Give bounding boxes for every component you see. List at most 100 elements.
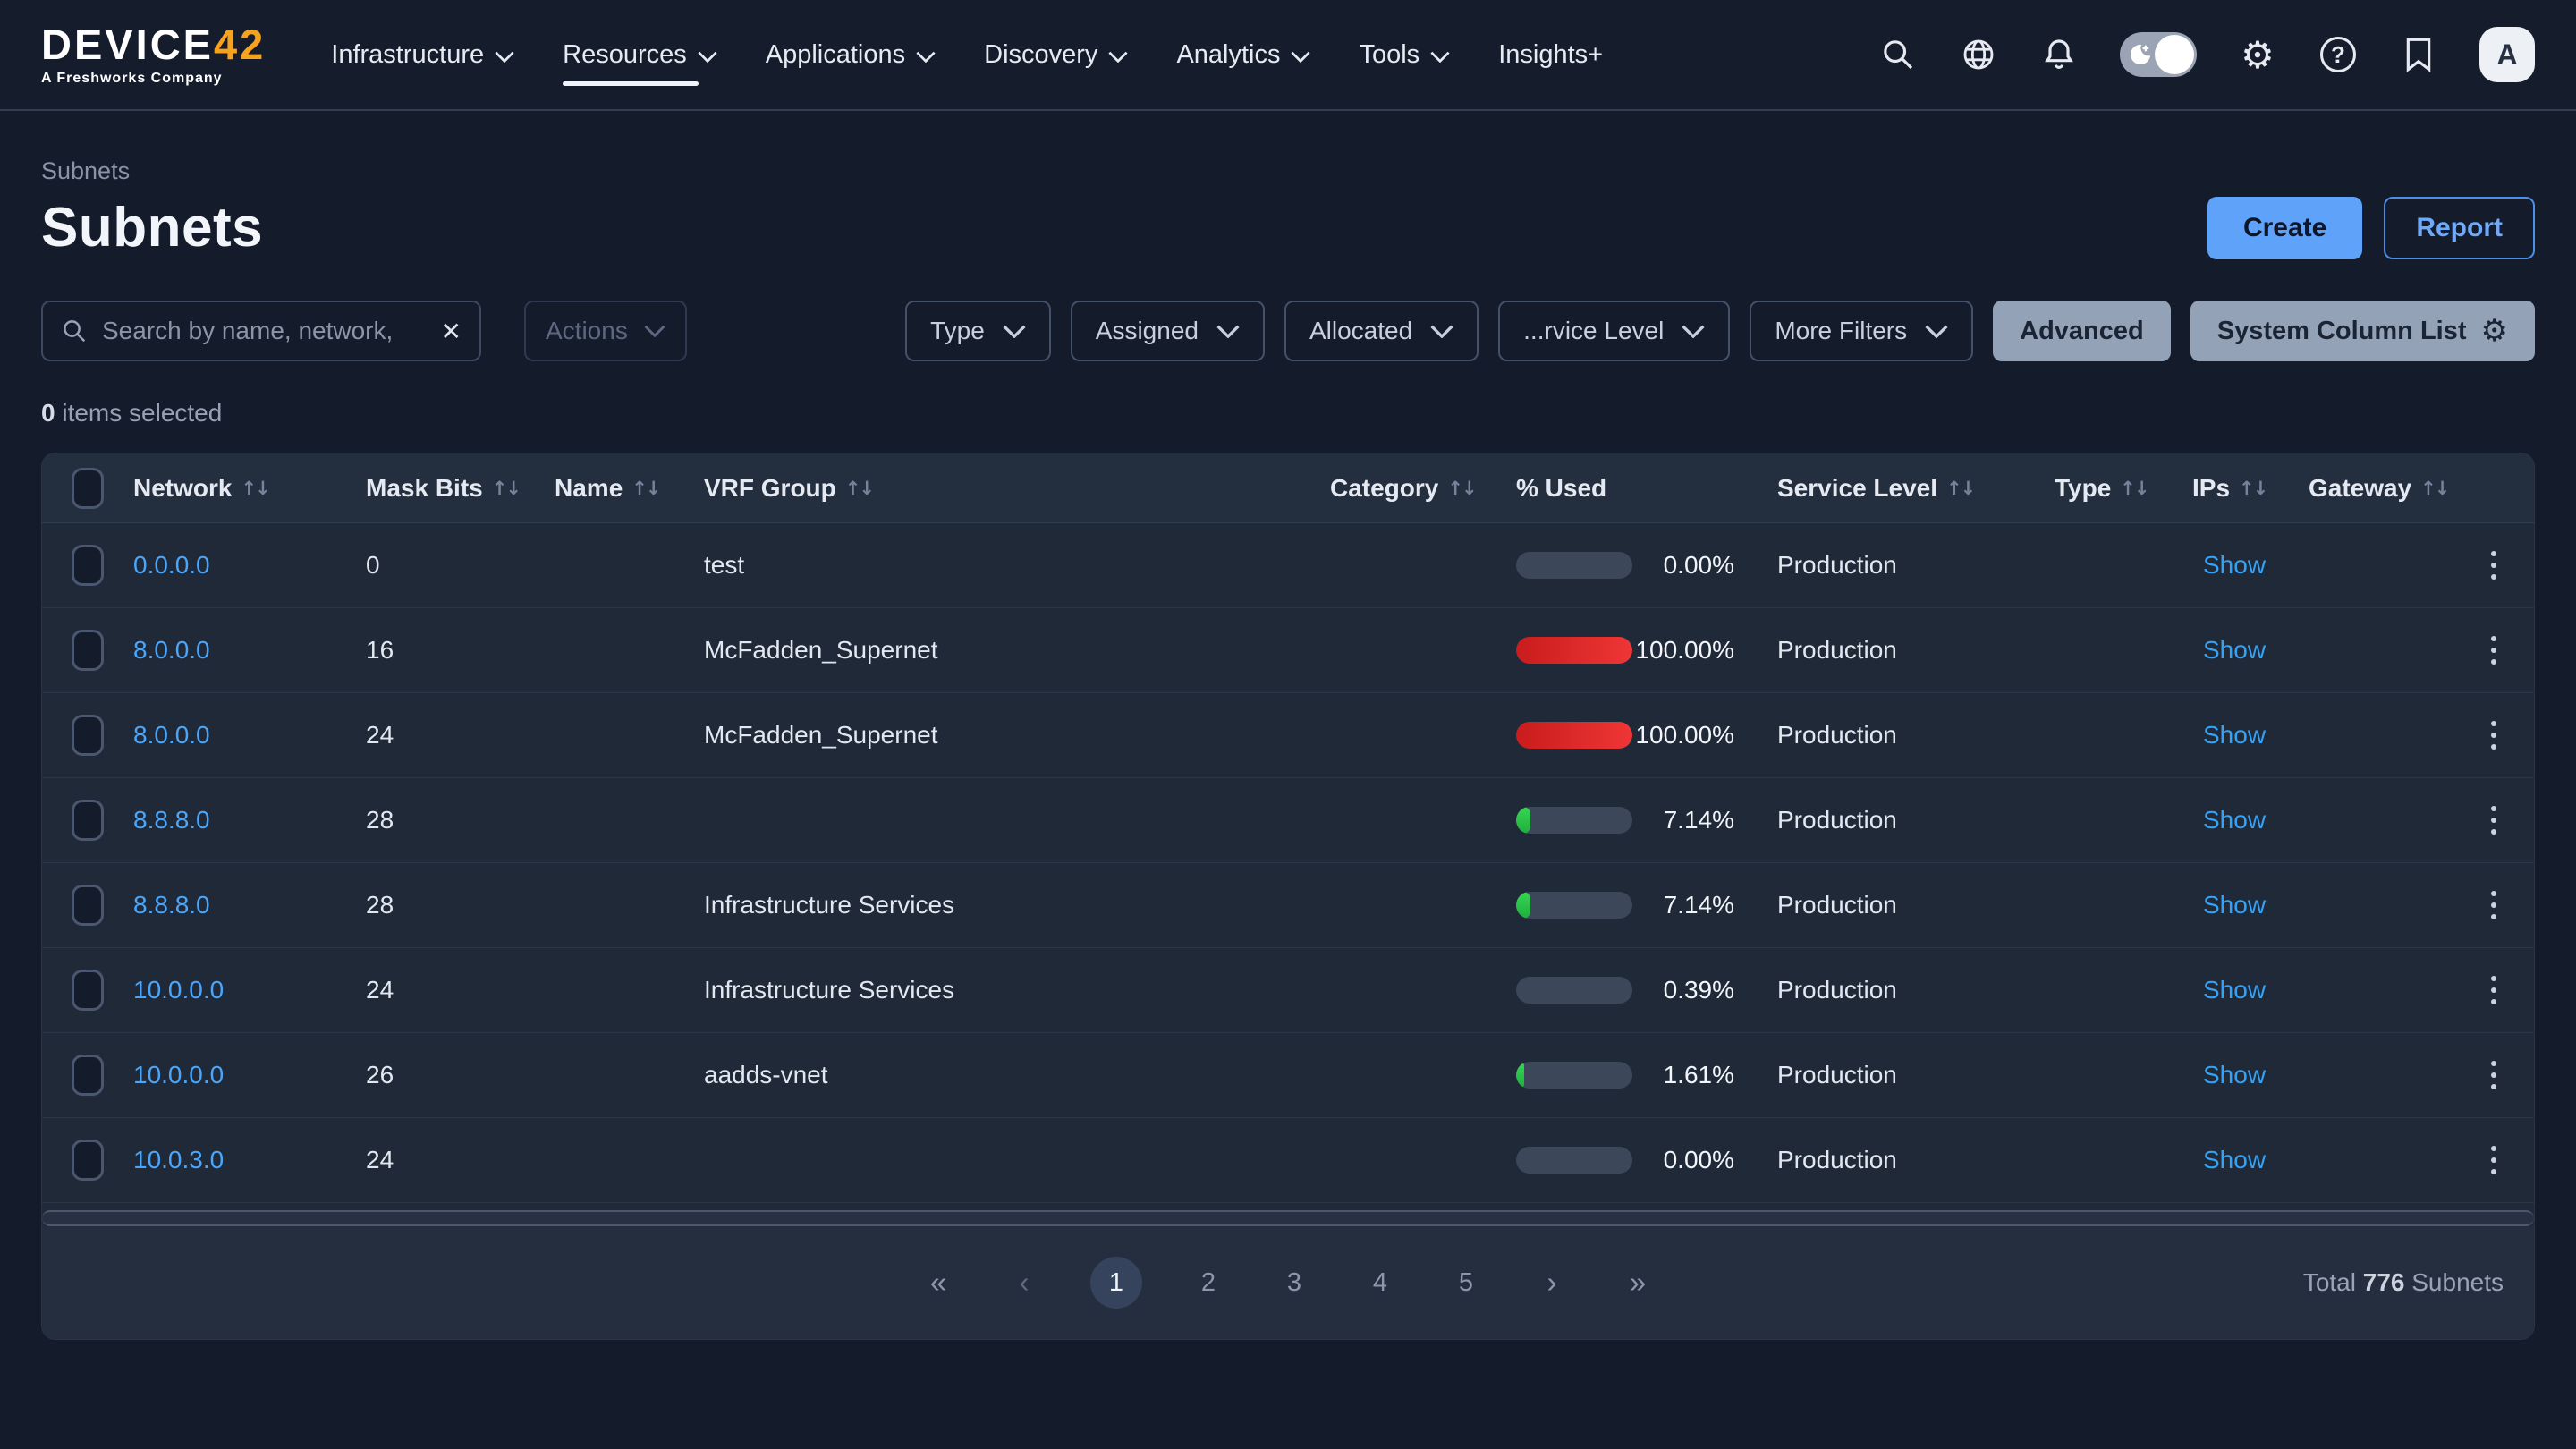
- show-ips-link[interactable]: Show: [2192, 551, 2266, 579]
- row-menu-kebab-icon[interactable]: [2484, 1139, 2504, 1182]
- show-ips-link[interactable]: Show: [2192, 1146, 2266, 1174]
- page-button-5[interactable]: 5: [1446, 1257, 1486, 1309]
- filter-dropdown[interactable]: Assigned: [1071, 301, 1265, 361]
- chevron-down-icon: [1003, 325, 1026, 338]
- row-checkbox[interactable]: [72, 800, 104, 841]
- chevron-down-icon: [1430, 325, 1453, 338]
- show-ips-link[interactable]: Show: [2192, 976, 2266, 1004]
- last-page-button[interactable]: »: [1618, 1257, 1657, 1309]
- help-icon[interactable]: ?: [2318, 35, 2358, 74]
- row-checkbox[interactable]: [72, 630, 104, 671]
- row-menu-kebab-icon[interactable]: [2484, 629, 2504, 672]
- mask-bits-cell: 28: [366, 806, 555, 835]
- column-header-ips[interactable]: IPs ↑↓: [2192, 474, 2309, 503]
- page-button-1[interactable]: 1: [1090, 1257, 1142, 1309]
- sort-icon: ↑↓: [1946, 478, 1974, 499]
- usage-bar: [1516, 722, 1632, 749]
- globe-icon[interactable]: [1959, 35, 1998, 74]
- row-menu-kebab-icon[interactable]: [2484, 884, 2504, 927]
- network-link[interactable]: 10.0.0.0: [133, 976, 224, 1004]
- row-checkbox[interactable]: [72, 545, 104, 586]
- chevron-down-icon: [1216, 325, 1240, 338]
- main-menu-item-resources[interactable]: Resources: [538, 0, 741, 109]
- filter-dropdown[interactable]: ...rvice Level: [1498, 301, 1730, 361]
- column-header-vrf-group[interactable]: VRF Group ↑↓: [704, 474, 1330, 503]
- notifications-bell-icon[interactable]: [2039, 35, 2079, 74]
- table-row[interactable]: 10.0.0.0 24 Infrastructure Services 0.39…: [42, 948, 2534, 1033]
- row-checkbox[interactable]: [72, 970, 104, 1011]
- previous-page-button[interactable]: ‹: [1004, 1257, 1044, 1309]
- create-button[interactable]: Create: [2207, 197, 2362, 259]
- column-header--used[interactable]: % Used: [1473, 474, 1777, 503]
- horizontal-scrollbar[interactable]: [42, 1210, 2534, 1226]
- show-ips-link[interactable]: Show: [2192, 806, 2266, 834]
- row-menu-kebab-icon[interactable]: [2484, 799, 2504, 842]
- table-row[interactable]: 10.0.0.0 26 aadds-vnet 1.61% Production …: [42, 1033, 2534, 1118]
- show-ips-link[interactable]: Show: [2192, 891, 2266, 919]
- user-avatar[interactable]: A: [2479, 27, 2535, 82]
- clear-search-icon[interactable]: ✕: [441, 317, 462, 346]
- network-link[interactable]: 8.8.8.0: [133, 806, 210, 834]
- filter-dropdown[interactable]: Type: [905, 301, 1051, 361]
- show-ips-link[interactable]: Show: [2192, 721, 2266, 749]
- table-row[interactable]: 8.0.0.0 24 McFadden_Supernet 100.00% Pro…: [42, 693, 2534, 778]
- system-column-list-button[interactable]: System Column List⚙: [2190, 301, 2535, 361]
- column-header-category[interactable]: Category ↑↓: [1330, 474, 1473, 503]
- table-row[interactable]: 8.8.8.0 28 Infrastructure Services 7.14%…: [42, 863, 2534, 948]
- advanced-button[interactable]: Advanced: [1993, 301, 2171, 361]
- column-header-type[interactable]: Type ↑↓: [2055, 474, 2192, 503]
- table-row[interactable]: 8.8.8.0 28 7.14% Production Show: [42, 778, 2534, 863]
- table-row[interactable]: 10.0.3.0 24 0.00% Production Show: [42, 1118, 2534, 1203]
- actions-dropdown[interactable]: Actions: [524, 301, 687, 361]
- network-link[interactable]: 8.8.8.0: [133, 891, 210, 919]
- search-input[interactable]: Search by name, network, ✕: [41, 301, 481, 361]
- main-menu-item-analytics[interactable]: Analytics: [1152, 0, 1335, 109]
- next-page-button[interactable]: ›: [1532, 1257, 1572, 1309]
- network-link[interactable]: 8.0.0.0: [133, 721, 210, 749]
- column-header-network[interactable]: Network ↑↓: [133, 474, 366, 503]
- search-icon[interactable]: [1878, 35, 1918, 74]
- page-button-4[interactable]: 4: [1360, 1257, 1400, 1309]
- device42-logo[interactable]: DEVICE42 A Freshworks Company: [41, 23, 266, 86]
- main-menu-item-infrastructure[interactable]: Infrastructure: [307, 0, 538, 109]
- page-button-2[interactable]: 2: [1189, 1257, 1228, 1309]
- main-menu-item-tools[interactable]: Tools: [1335, 0, 1474, 109]
- network-link[interactable]: 0.0.0.0: [133, 551, 210, 579]
- main-menu-item-insights-[interactable]: Insights+: [1474, 0, 1627, 109]
- row-checkbox[interactable]: [72, 1055, 104, 1096]
- vrf-group-cell: McFadden_Supernet: [704, 721, 1330, 750]
- vrf-group-cell: aadds-vnet: [704, 1061, 1330, 1089]
- column-header-service-level[interactable]: Service Level ↑↓: [1777, 474, 2055, 503]
- table-row[interactable]: 0.0.0.0 0 test 0.00% Production Show: [42, 523, 2534, 608]
- network-link[interactable]: 10.0.3.0: [133, 1146, 224, 1174]
- row-menu-kebab-icon[interactable]: [2484, 714, 2504, 757]
- filter-dropdown[interactable]: More Filters: [1750, 301, 1973, 361]
- used-cell: 0.00%: [1473, 1146, 1777, 1174]
- main-menu-item-applications[interactable]: Applications: [741, 0, 960, 109]
- row-menu-kebab-icon[interactable]: [2484, 1054, 2504, 1097]
- first-page-button[interactable]: «: [919, 1257, 958, 1309]
- column-header-name[interactable]: Name ↑↓: [555, 474, 704, 503]
- table-row[interactable]: 8.0.0.0 16 McFadden_Supernet 100.00% Pro…: [42, 608, 2534, 693]
- column-header-mask-bits[interactable]: Mask Bits ↑↓: [366, 474, 555, 503]
- row-checkbox[interactable]: [72, 1140, 104, 1181]
- report-button[interactable]: Report: [2384, 197, 2535, 259]
- row-menu-kebab-icon[interactable]: [2484, 544, 2504, 587]
- show-ips-link[interactable]: Show: [2192, 1061, 2266, 1089]
- show-ips-link[interactable]: Show: [2192, 636, 2266, 664]
- select-all-checkbox[interactable]: [72, 468, 104, 509]
- toggle-knob: [2155, 35, 2194, 74]
- row-checkbox[interactable]: [72, 885, 104, 926]
- settings-gear-icon[interactable]: ⚙: [2238, 35, 2277, 74]
- main-menu-item-discovery[interactable]: Discovery: [960, 0, 1152, 109]
- column-header-gateway[interactable]: Gateway ↑↓: [2309, 474, 2452, 503]
- bookmark-icon[interactable]: [2399, 35, 2438, 74]
- breadcrumb[interactable]: Subnets: [41, 157, 2535, 185]
- dark-mode-toggle[interactable]: [2120, 32, 2197, 77]
- filter-dropdown[interactable]: Allocated: [1284, 301, 1479, 361]
- row-menu-kebab-icon[interactable]: [2484, 969, 2504, 1012]
- row-checkbox[interactable]: [72, 715, 104, 756]
- page-button-3[interactable]: 3: [1275, 1257, 1314, 1309]
- network-link[interactable]: 8.0.0.0: [133, 636, 210, 664]
- network-link[interactable]: 10.0.0.0: [133, 1061, 224, 1089]
